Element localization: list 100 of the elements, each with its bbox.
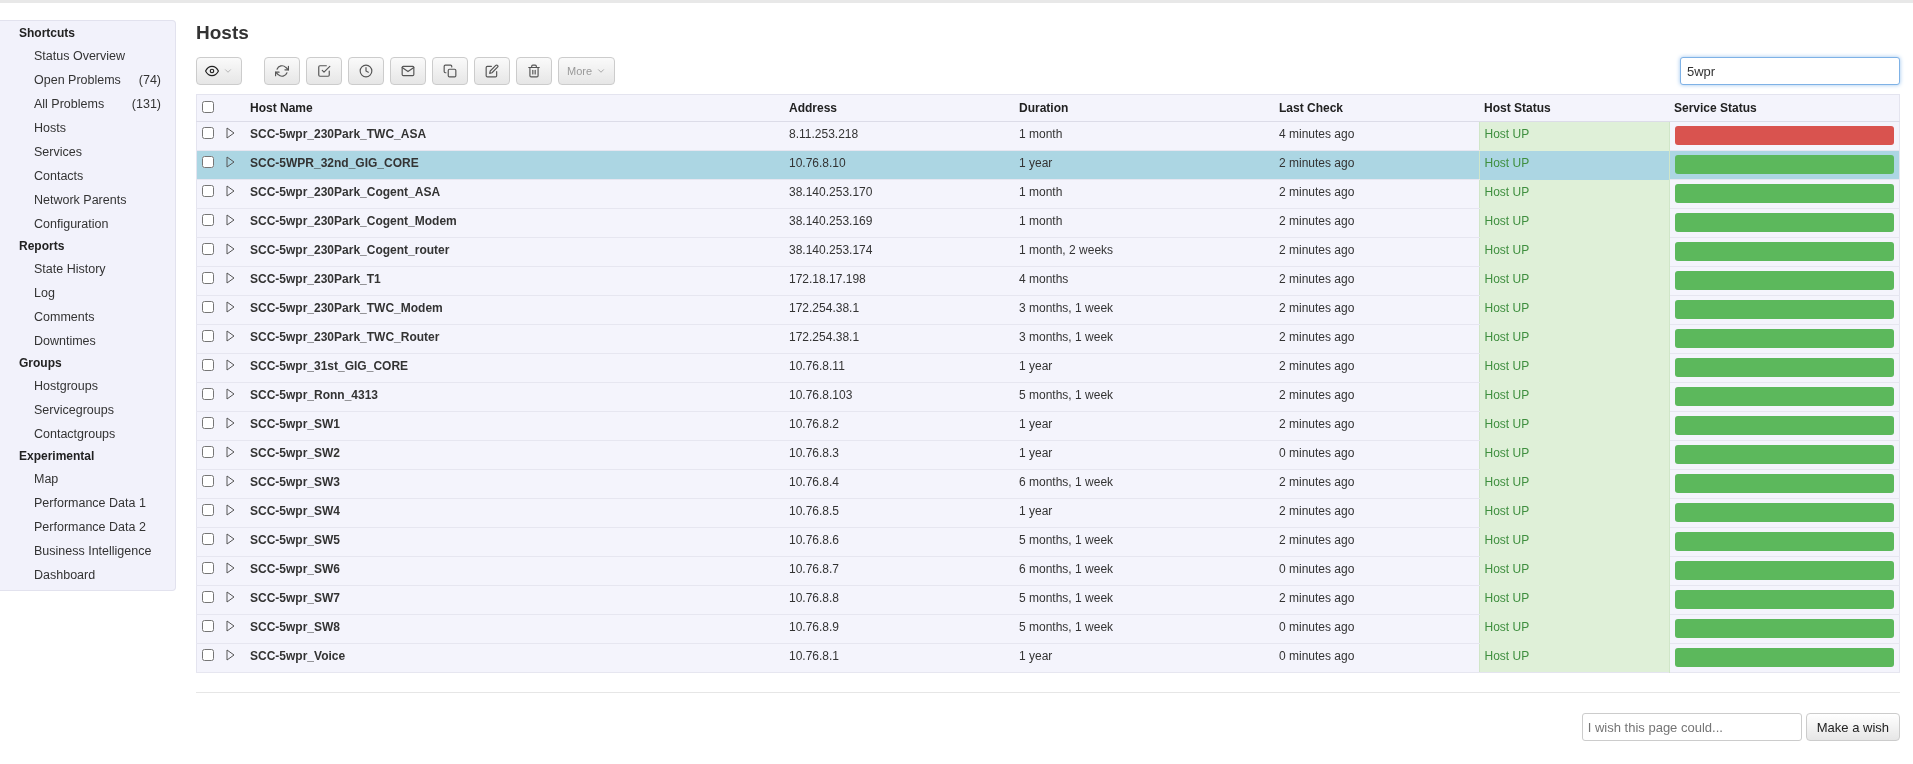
- expand-triangle-icon[interactable]: [226, 301, 235, 313]
- expand-triangle-icon[interactable]: [226, 475, 235, 487]
- row-checkbox[interactable]: [202, 127, 214, 139]
- row-checkbox[interactable]: [202, 388, 214, 400]
- expand-triangle-icon[interactable]: [226, 214, 235, 226]
- host-name[interactable]: SCC-5wpr_Voice: [245, 643, 784, 673]
- refresh-button[interactable]: [264, 57, 300, 85]
- sidebar-link[interactable]: Contactgroups: [0, 422, 175, 446]
- host-name[interactable]: SCC-5wpr_230Park_Cogent_Modem: [245, 208, 784, 238]
- expand-triangle-icon[interactable]: [226, 533, 235, 545]
- sidebar-link[interactable]: Status Overview: [0, 44, 175, 68]
- sidebar-link[interactable]: Servicegroups: [0, 398, 175, 422]
- sidebar-link[interactable]: Performance Data 2: [0, 515, 175, 539]
- row-checkbox[interactable]: [202, 591, 214, 603]
- expand-triangle-icon[interactable]: [226, 388, 235, 400]
- host-name[interactable]: SCC-5wpr_SW6: [245, 556, 784, 586]
- expand-triangle-icon[interactable]: [226, 446, 235, 458]
- row-checkbox[interactable]: [202, 359, 214, 371]
- make-a-wish-button[interactable]: Make a wish: [1805, 713, 1900, 741]
- sidebar-link[interactable]: Dashboard: [0, 563, 175, 587]
- acknowledge-button[interactable]: [306, 57, 342, 85]
- expand-triangle-icon[interactable]: [226, 243, 235, 255]
- sidebar-link[interactable]: Services: [0, 140, 175, 164]
- search-field[interactable]: 5wpr: [1680, 57, 1900, 85]
- host-name[interactable]: SCC-5wpr_230Park_TWC_Router: [245, 324, 784, 354]
- sidebar-link[interactable]: Network Parents: [0, 188, 175, 212]
- row-checkbox[interactable]: [202, 533, 214, 545]
- delete-button[interactable]: [516, 57, 552, 85]
- sidebar-link[interactable]: Open Problems (74): [0, 68, 175, 92]
- row-checkbox[interactable]: [202, 475, 214, 487]
- sidebar-link[interactable]: Comments: [0, 305, 175, 329]
- row-checkbox[interactable]: [202, 330, 214, 342]
- host-name[interactable]: SCC-5WPR_32nd_GIG_CORE: [245, 150, 784, 180]
- sidebar-link[interactable]: Configuration: [0, 212, 175, 236]
- expand-triangle-icon[interactable]: [226, 359, 235, 371]
- row-checkbox[interactable]: [202, 156, 214, 168]
- host-name[interactable]: SCC-5wpr_230Park_T1: [245, 266, 784, 296]
- host-name[interactable]: SCC-5wpr_SW5: [245, 527, 784, 557]
- row-checkbox[interactable]: [202, 185, 214, 197]
- expand-triangle-icon[interactable]: [226, 417, 235, 429]
- row-checkbox[interactable]: [202, 649, 214, 661]
- host-address: 10.76.8.7: [784, 556, 1014, 586]
- select-all-checkbox[interactable]: [202, 100, 214, 113]
- sidebar-link[interactable]: Performance Data 1: [0, 491, 175, 515]
- host-name[interactable]: SCC-5wpr_Ronn_4313: [245, 382, 784, 412]
- copy-button[interactable]: [432, 57, 468, 85]
- host-name[interactable]: SCC-5wpr_SW1: [245, 411, 784, 441]
- host-name[interactable]: SCC-5wpr_230Park_TWC_Modem: [245, 295, 784, 325]
- wish-input-field[interactable]: I wish this page could...: [1581, 713, 1802, 741]
- host-name[interactable]: SCC-5wpr_SW2: [245, 440, 784, 470]
- host-name[interactable]: SCC-5wpr_230Park_Cogent_router: [245, 237, 784, 267]
- host-address: 10.76.8.6: [784, 527, 1014, 557]
- row-checkbox[interactable]: [202, 214, 214, 226]
- sidebar-link[interactable]: Hostgroups: [0, 374, 175, 398]
- row-checkbox[interactable]: [202, 562, 214, 574]
- row-checkbox[interactable]: [202, 504, 214, 516]
- row-checkbox[interactable]: [202, 417, 214, 429]
- row-checkbox[interactable]: [202, 272, 214, 284]
- expand-triangle-icon[interactable]: [226, 185, 235, 197]
- host-status: Host UP: [1479, 266, 1669, 296]
- host-name[interactable]: SCC-5wpr_230Park_Cogent_ASA: [245, 179, 784, 209]
- sidebar-link[interactable]: Downtimes: [0, 329, 175, 353]
- host-address: 10.76.8.5: [784, 498, 1014, 528]
- sidebar-link[interactable]: Business Intelligence: [0, 539, 175, 563]
- sidebar-link[interactable]: Hosts: [0, 116, 175, 140]
- expand-triangle-icon[interactable]: [226, 562, 235, 574]
- expand-triangle-icon[interactable]: [226, 127, 235, 139]
- host-address: 10.76.8.11: [784, 353, 1014, 383]
- host-name[interactable]: SCC-5wpr_SW8: [245, 614, 784, 644]
- expand-triangle-icon[interactable]: [226, 272, 235, 284]
- row-checkbox[interactable]: [202, 301, 214, 313]
- checkbox-icon: [317, 64, 331, 78]
- refresh-icon: [275, 64, 289, 78]
- view-dropdown-button[interactable]: [196, 57, 242, 85]
- sidebar-link[interactable]: All Problems (131): [0, 92, 175, 116]
- row-checkbox[interactable]: [202, 446, 214, 458]
- duration: 3 months, 1 week: [1014, 295, 1274, 325]
- host-name[interactable]: SCC-5wpr_SW7: [245, 585, 784, 615]
- host-name[interactable]: SCC-5wpr_31st_GIG_CORE: [245, 353, 784, 383]
- schedule-button[interactable]: [348, 57, 384, 85]
- expand-triangle-icon[interactable]: [226, 330, 235, 342]
- expand-triangle-icon[interactable]: [226, 591, 235, 603]
- sidebar-link[interactable]: Log: [0, 281, 175, 305]
- row-checkbox[interactable]: [202, 243, 214, 255]
- expand-triangle-icon[interactable]: [226, 649, 235, 661]
- row-checkbox[interactable]: [202, 620, 214, 632]
- column-header: Host Status: [1479, 94, 1669, 122]
- notify-button[interactable]: [390, 57, 426, 85]
- host-address: 38.140.253.169: [784, 208, 1014, 238]
- sidebar-link[interactable]: Contacts: [0, 164, 175, 188]
- edit-button[interactable]: [474, 57, 510, 85]
- host-name[interactable]: SCC-5wpr_SW3: [245, 469, 784, 499]
- duration: 1 month: [1014, 208, 1274, 238]
- expand-triangle-icon[interactable]: [226, 156, 235, 168]
- host-name[interactable]: SCC-5wpr_SW4: [245, 498, 784, 528]
- expand-triangle-icon[interactable]: [226, 620, 235, 632]
- host-name[interactable]: SCC-5wpr_230Park_TWC_ASA: [245, 121, 784, 151]
- expand-triangle-icon[interactable]: [226, 504, 235, 516]
- sidebar-link[interactable]: Map: [0, 467, 175, 491]
- sidebar-link[interactable]: State History: [0, 257, 175, 281]
